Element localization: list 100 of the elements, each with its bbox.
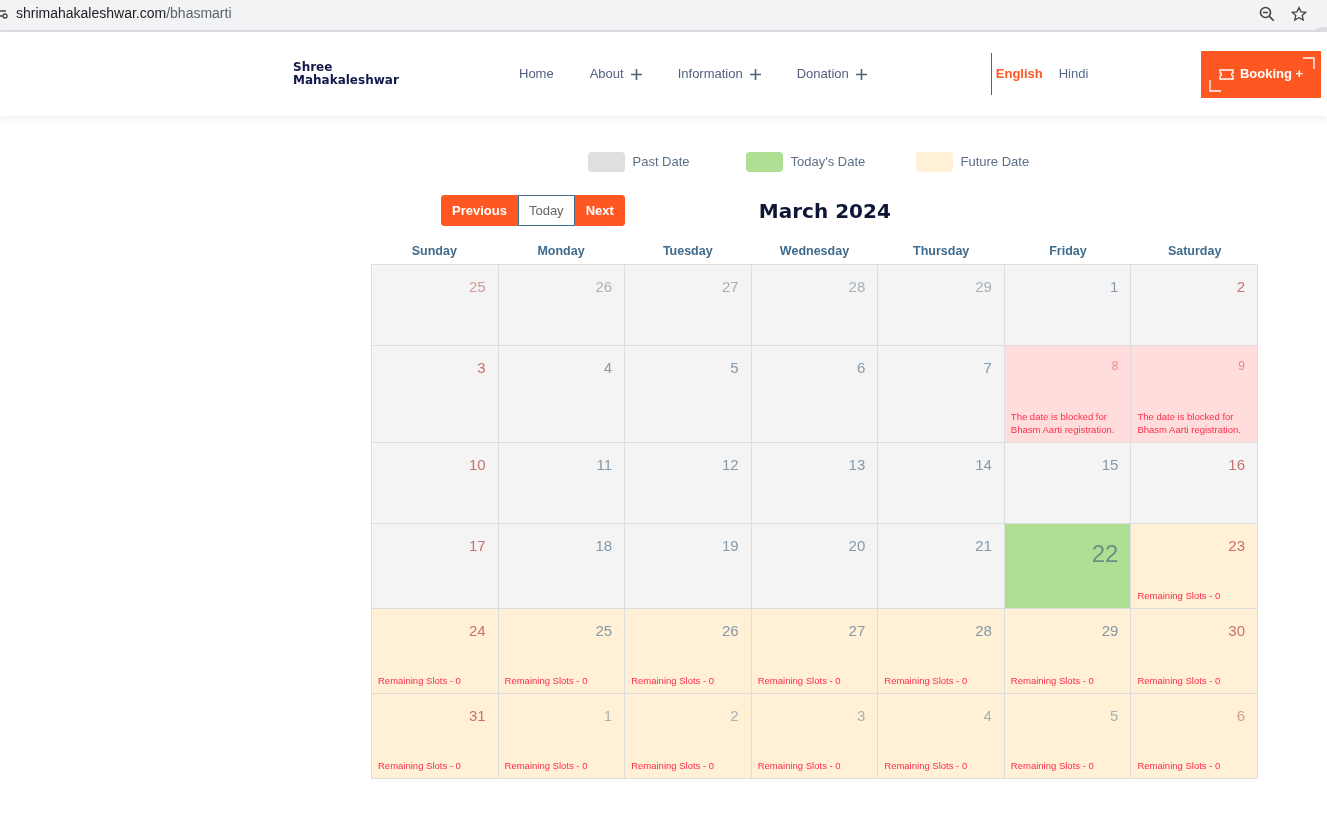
day-cell[interactable]: 3 Remaining Slots - 0 bbox=[751, 694, 879, 779]
day-number: 12 bbox=[722, 457, 739, 472]
weekday-header: Saturday bbox=[1166, 243, 1223, 260]
day-note: Remaining Slots - 0 bbox=[1137, 759, 1222, 772]
day-cell[interactable]: 3 bbox=[372, 346, 499, 443]
day-cell[interactable]: 1 Remaining Slots - 0 bbox=[498, 694, 626, 779]
day-number: 1 bbox=[603, 708, 613, 723]
day-cell[interactable]: 2 bbox=[1131, 265, 1258, 346]
day-number: 25 bbox=[468, 279, 486, 294]
logo-text[interactable]: Shree bbox=[293, 61, 483, 74]
day-number: 24 bbox=[468, 623, 486, 638]
day-number: 27 bbox=[722, 279, 739, 294]
day-cell[interactable]: 5 Remaining Slots - 0 bbox=[1004, 694, 1132, 779]
day-cell[interactable]: 26 bbox=[498, 265, 626, 346]
day-number: 22 bbox=[1091, 542, 1119, 566]
star-icon[interactable] bbox=[1291, 5, 1307, 22]
legend-label: Today's Date bbox=[790, 153, 866, 172]
day-note: Remaining Slots - 0 bbox=[378, 759, 462, 772]
day-cell[interactable]: 27 bbox=[625, 265, 752, 346]
day-number: 19 bbox=[722, 538, 739, 553]
day-cell[interactable]: 10 bbox=[372, 443, 499, 524]
day-cell[interactable]: 28 bbox=[751, 265, 879, 346]
weekday-header: Wednesday bbox=[778, 243, 851, 260]
day-cell[interactable]: 5 bbox=[625, 346, 752, 443]
day-cell[interactable]: 18 bbox=[498, 524, 626, 609]
day-number: 18 bbox=[595, 538, 613, 553]
day-cell[interactable]: 15 bbox=[1004, 443, 1132, 524]
day-cell[interactable]: 22 bbox=[1004, 524, 1132, 609]
site-info-icon[interactable] bbox=[0, 7, 8, 20]
nav-link[interactable]: Donation bbox=[796, 64, 867, 84]
day-cell[interactable]: 19 bbox=[625, 524, 752, 609]
day-cell[interactable]: 29 bbox=[878, 265, 1005, 346]
day-note: Remaining Slots - 0 bbox=[504, 674, 589, 687]
day-cell[interactable]: 1 bbox=[1004, 265, 1132, 346]
calendar-nav-button[interactable]: Today bbox=[517, 195, 575, 226]
calendar-nav-button[interactable]: Previous bbox=[441, 195, 518, 226]
day-cell[interactable]: 4 Remaining Slots - 0 bbox=[878, 694, 1005, 779]
plus-icon bbox=[749, 68, 761, 80]
day-note: Remaining Slots - 0 bbox=[757, 674, 842, 687]
language-link[interactable]: English bbox=[995, 64, 1043, 84]
day-cell[interactable]: 30 Remaining Slots - 0 bbox=[1131, 609, 1258, 694]
day-cell[interactable]: 27 Remaining Slots - 0 bbox=[751, 609, 879, 694]
day-cell[interactable]: 6 Remaining Slots - 0 bbox=[1131, 694, 1258, 779]
day-cell[interactable]: 24 Remaining Slots - 0 bbox=[372, 609, 499, 694]
day-number: 29 bbox=[975, 279, 992, 294]
day-number: 1 bbox=[1110, 279, 1119, 294]
day-number: 5 bbox=[730, 360, 739, 375]
url-path[interactable]: /bhasmarti bbox=[166, 3, 232, 24]
day-note: Remaining Slots - 0 bbox=[1137, 674, 1222, 687]
weekday-header: Tuesday bbox=[661, 243, 714, 260]
day-number: 16 bbox=[1228, 457, 1245, 472]
day-note: Remaining Slots - 0 bbox=[1010, 674, 1095, 687]
day-cell[interactable]: 23 Remaining Slots - 0 bbox=[1131, 524, 1258, 609]
day-number: 15 bbox=[1101, 457, 1119, 472]
zoom-icon[interactable] bbox=[1259, 5, 1275, 22]
day-cell[interactable]: 17 bbox=[372, 524, 499, 609]
day-number: 26 bbox=[595, 279, 613, 294]
day-number: 6 bbox=[1236, 708, 1245, 723]
day-cell[interactable]: 13 bbox=[751, 443, 879, 524]
booking-button[interactable]: Booking + bbox=[1201, 50, 1321, 98]
day-cell[interactable]: 14 bbox=[878, 443, 1005, 524]
day-cell[interactable]: 25 Remaining Slots - 0 bbox=[498, 609, 626, 694]
day-cell[interactable]: 20 bbox=[751, 524, 879, 609]
day-number: 27 bbox=[848, 623, 866, 638]
ticket-icon bbox=[1218, 68, 1234, 80]
day-note: Remaining Slots - 0 bbox=[757, 759, 842, 772]
day-cell[interactable]: 2 Remaining Slots - 0 bbox=[625, 694, 752, 779]
day-cell[interactable]: 26 Remaining Slots - 0 bbox=[625, 609, 752, 694]
day-cell[interactable]: 4 bbox=[498, 346, 626, 443]
day-cell[interactable]: 25 bbox=[372, 265, 499, 346]
day-cell[interactable]: 8 The date is blocked for Bhasm Aarti registration. bbox=[1004, 346, 1132, 443]
language-link[interactable]: Hindi bbox=[1058, 64, 1089, 84]
day-number: 9 bbox=[1238, 360, 1245, 372]
day-note: Remaining Slots - 0 bbox=[1010, 759, 1095, 772]
day-cell[interactable]: 7 bbox=[878, 346, 1005, 443]
day-note: Remaining Slots - 0 bbox=[504, 759, 589, 772]
day-cell[interactable]: 28 Remaining Slots - 0 bbox=[878, 609, 1005, 694]
day-number: 20 bbox=[848, 538, 866, 553]
day-number: 5 bbox=[1110, 708, 1119, 723]
nav-link[interactable]: Information bbox=[677, 64, 761, 84]
day-cell[interactable]: 31 Remaining Slots - 0 bbox=[372, 694, 499, 779]
day-cell[interactable]: 9 The date is blocked for Bhasm Aarti registration. bbox=[1131, 346, 1258, 443]
day-cell[interactable]: 12 bbox=[625, 443, 752, 524]
nav-link[interactable]: About bbox=[589, 64, 642, 84]
logo-text[interactable]: Mahakaleshwar bbox=[293, 74, 483, 87]
day-cell[interactable]: 11 bbox=[498, 443, 626, 524]
day-cell[interactable]: 6 bbox=[751, 346, 879, 443]
day-cell[interactable]: 21 bbox=[878, 524, 1005, 609]
day-cell[interactable]: 16 bbox=[1131, 443, 1258, 524]
day-cell[interactable]: 29 Remaining Slots - 0 bbox=[1004, 609, 1132, 694]
day-number: 26 bbox=[722, 623, 739, 638]
plus-icon bbox=[855, 68, 867, 80]
day-number: 28 bbox=[975, 623, 992, 638]
nav-link[interactable]: Home bbox=[519, 64, 554, 84]
url-host[interactable]: shrimahakaleshwar.com bbox=[16, 3, 167, 24]
calendar-nav-button[interactable]: Next bbox=[574, 195, 625, 226]
day-note: The date is blocked for Bhasm Aarti registration. bbox=[1137, 410, 1242, 436]
day-number: 7 bbox=[983, 360, 992, 375]
day-number: 3 bbox=[856, 708, 866, 723]
day-note: Remaining Slots - 0 bbox=[884, 674, 969, 687]
